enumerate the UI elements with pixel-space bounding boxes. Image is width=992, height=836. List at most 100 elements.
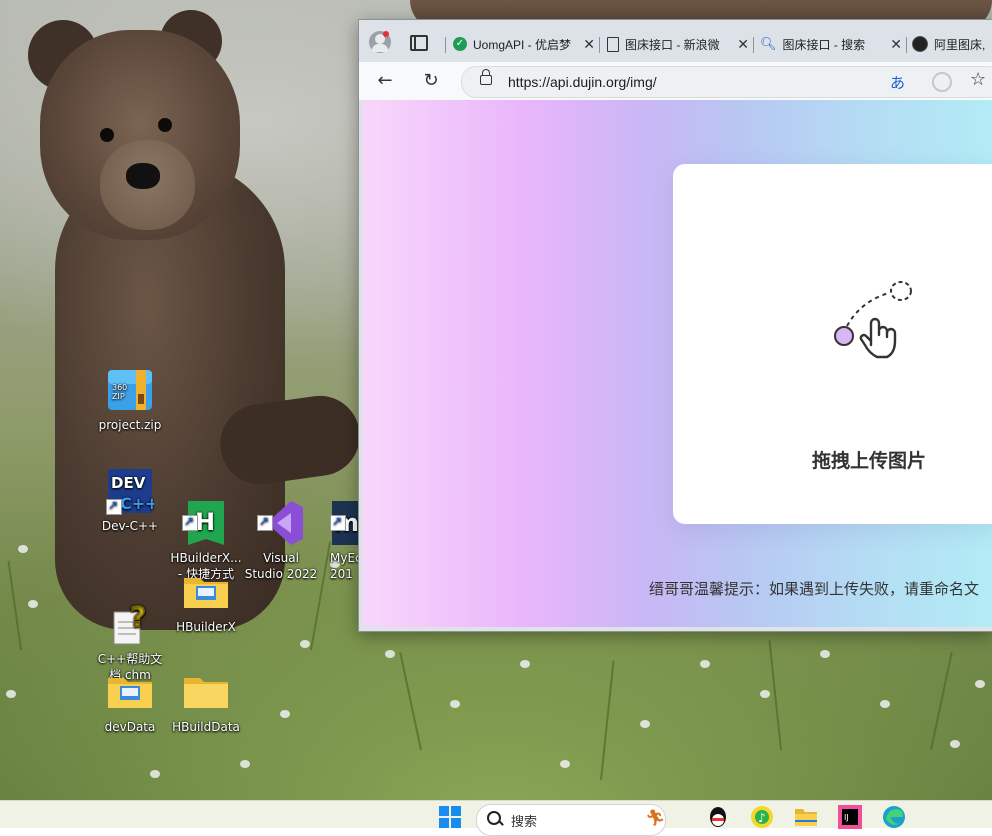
tab-ali-image-host[interactable]: 阿里图床,	[912, 29, 992, 59]
tab-separator	[906, 37, 907, 53]
desktop-icon-visual-studio[interactable]: Visual Studio 2022	[243, 467, 319, 598]
tab-uomgapi[interactable]: ✓ UomgAPI - 优启梦 ✕	[453, 29, 599, 59]
chm-help-icon: ?	[106, 584, 154, 645]
file-explorer-icon[interactable]	[794, 805, 818, 829]
tab-actions-icon[interactable]	[410, 35, 428, 51]
qq-icon[interactable]	[706, 805, 730, 829]
tab-image-host-sina[interactable]: 图床接口 - 新浪微 ✕	[607, 29, 753, 59]
flower	[560, 760, 570, 768]
svg-text:360: 360	[112, 383, 127, 392]
edge-icon[interactable]	[882, 805, 906, 829]
refresh-icon[interactable]: ↻	[419, 69, 443, 93]
tab-title: 阿里图床,	[934, 37, 986, 52]
flower	[700, 660, 710, 668]
desktop-icon-label: Visual Studio 2022	[244, 551, 318, 581]
tab-separator	[445, 37, 446, 53]
folder-icon	[106, 668, 154, 716]
flower	[820, 650, 830, 658]
jetbrains-icon[interactable]: IJ	[838, 805, 862, 829]
svg-text:IJ: IJ	[844, 813, 849, 822]
extension-icon[interactable]	[932, 72, 952, 92]
upload-label: 拖拽上传图片	[812, 451, 927, 472]
wallpaper-bear-eye	[100, 128, 114, 142]
desktop-icon-label: MyEc 201	[330, 551, 360, 581]
grass-blade	[768, 640, 782, 751]
flower	[18, 545, 28, 553]
grass-blade	[7, 560, 22, 651]
flower	[450, 700, 460, 708]
svg-text:?: ?	[130, 600, 146, 633]
grass-blade	[600, 660, 615, 781]
flower	[28, 600, 38, 608]
folder-icon	[182, 568, 230, 616]
desktop-icon-label: HBuildData	[172, 720, 240, 734]
desktop-icon-hbuilddata[interactable]: HBuildData	[168, 668, 244, 735]
svg-text:DEV: DEV	[111, 474, 146, 492]
shortcut-arrow-icon	[257, 513, 273, 531]
back-icon[interactable]: ←	[373, 69, 397, 93]
music-icon[interactable]: ♪	[750, 805, 774, 829]
svg-text:H: H	[195, 508, 215, 536]
tab-separator	[753, 37, 754, 53]
svg-text:C++: C++	[120, 494, 154, 513]
flower	[280, 710, 290, 718]
browser-window: ✓ UomgAPI - 优启梦 ✕ 图床接口 - 新浪微 ✕ 🔍︎ 图床接口 -…	[358, 19, 992, 632]
svg-text:♪: ♪	[758, 811, 766, 825]
flower	[950, 740, 960, 748]
favorite-star-icon[interactable]: ☆	[970, 69, 986, 90]
desktop-icon-label: HBuilderX	[176, 620, 236, 634]
desktop-icon-project-zip[interactable]: 360 ZIP project.zip	[92, 366, 168, 433]
desktop-icon-hbuilderx-folder[interactable]: HBuilderX	[168, 568, 244, 635]
taskbar: 搜索 🏃︎ ♪ IJ	[0, 800, 992, 836]
visual-studio-icon	[257, 483, 305, 545]
search-label: 搜索	[511, 815, 538, 830]
flower	[880, 700, 890, 708]
windows-start-icon[interactable]	[438, 805, 462, 829]
myeclipse-icon: m	[330, 483, 360, 545]
flower	[640, 720, 650, 728]
address-bar[interactable]: https://api.dujin.org/img/ あ ☆	[461, 66, 992, 98]
page-icon	[607, 36, 619, 52]
web-page: 拖拽上传图片 缙哥哥温馨提示：如果遇到上传失败，请重命名文	[363, 100, 992, 627]
close-tab-icon[interactable]: ✕	[737, 36, 749, 53]
site-logo-icon	[912, 36, 928, 52]
flower	[760, 690, 770, 698]
drag-hand-icon	[834, 281, 912, 359]
tab-title: UomgAPI - 优启梦	[473, 37, 572, 52]
desktop-icon-devdata[interactable]: devData	[92, 668, 168, 735]
folder-icon	[182, 668, 230, 716]
wallpaper-bear-eye	[158, 118, 172, 132]
close-tab-icon[interactable]: ✕	[583, 36, 595, 53]
close-tab-icon[interactable]: ✕	[890, 36, 902, 53]
desktop-icon-label: devData	[104, 720, 156, 734]
flower	[520, 660, 530, 668]
translate-icon[interactable]: あ	[890, 72, 905, 93]
profile-avatar-icon[interactable]	[369, 31, 391, 53]
desktop-icon-myeclipse[interactable]: m MyEc 201	[318, 467, 360, 598]
upload-dropzone[interactable]: 拖拽上传图片	[673, 164, 992, 524]
browser-toolbar: ← ↻ https://api.dujin.org/img/ あ ☆	[359, 62, 992, 100]
flower	[240, 760, 250, 768]
devcpp-icon: DEV C++	[106, 467, 159, 515]
tip-text: 缙哥哥温馨提示：如果遇到上传失败，请重命名文	[649, 581, 980, 598]
flower	[300, 640, 310, 648]
flower	[150, 770, 160, 778]
tab-bar: ✓ UomgAPI - 优启梦 ✕ 图床接口 - 新浪微 ✕ 🔍︎ 图床接口 -…	[359, 20, 992, 62]
desktop-icon-label: project.zip	[98, 418, 162, 432]
url-text: https://api.dujin.org/img/	[508, 74, 657, 90]
desktop-icon-label: Dev-C++	[101, 519, 159, 533]
shortcut-arrow-icon	[106, 497, 122, 515]
lock-icon	[480, 69, 492, 85]
tab-title: 图床接口 - 新浪微	[625, 37, 720, 52]
search-icon	[487, 811, 504, 826]
grass-blade	[399, 651, 422, 751]
hbuilderx-icon: H	[182, 483, 230, 545]
archive-icon: 360 ZIP	[106, 366, 154, 414]
tab-image-host-search[interactable]: 🔍︎ 图床接口 - 搜索 ✕	[760, 29, 906, 59]
check-circle-icon: ✓	[453, 37, 467, 51]
taskbar-search[interactable]: 搜索 🏃︎	[476, 804, 666, 836]
widget-icon: 🏃︎	[645, 808, 666, 827]
flower	[385, 650, 395, 658]
flower	[6, 690, 16, 698]
desktop-icon-devcpp[interactable]: DEV C++ Dev-C++	[92, 467, 168, 534]
